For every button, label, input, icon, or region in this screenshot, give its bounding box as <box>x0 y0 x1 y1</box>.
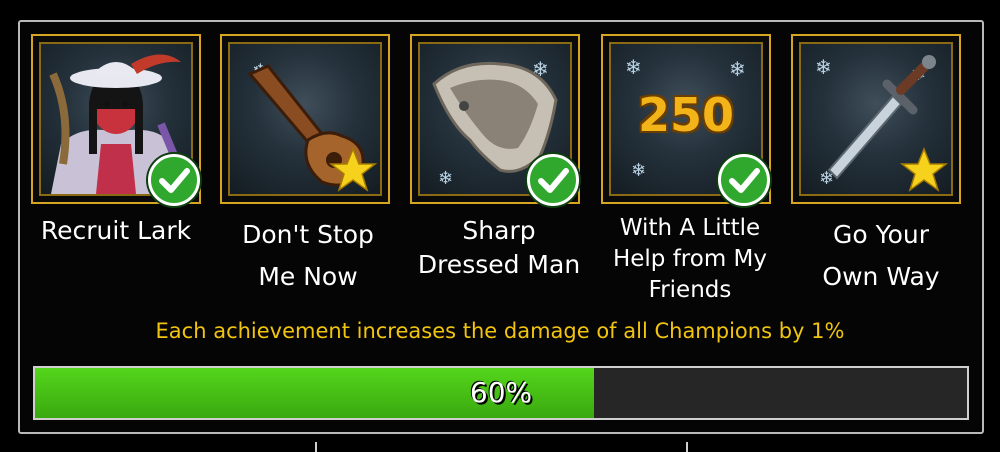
completed-check-icon <box>148 154 200 206</box>
completed-check-icon <box>718 154 770 206</box>
completed-check-icon <box>527 154 579 206</box>
achievement-progress-bar: 60% <box>33 366 969 420</box>
badge-number: 250 <box>637 88 735 142</box>
svg-text:❄: ❄ <box>815 55 832 79</box>
star-icon <box>329 146 377 192</box>
achievement-tile-recruit-lark[interactable] <box>31 34 201 206</box>
achievement-label-sharp-dressed-man: Sharp Dressed Man <box>417 216 581 279</box>
achievement-tile-with-a-little-help[interactable]: ❄ ❄ ❄ 250 <box>601 34 771 206</box>
progress-percent-label: 60% <box>469 376 533 409</box>
svg-text:❄: ❄ <box>729 57 746 81</box>
achievement-tile-go-your-own-way[interactable]: ❄ ❄ ❄ <box>791 34 961 204</box>
achievement-label-with-a-little-help: With A Little Help from My Friends <box>612 215 768 303</box>
achievement-label-go-your-own-way: Go Your Own Way <box>822 220 940 291</box>
svg-text:❄: ❄ <box>625 55 642 79</box>
svg-text:❄: ❄ <box>631 160 646 181</box>
achievement-tile-sharp-dressed-man[interactable]: ❄ ❄ <box>410 34 580 206</box>
star-icon <box>900 146 948 192</box>
divider-tick <box>686 442 688 452</box>
svg-text:❄: ❄ <box>438 168 453 189</box>
achievement-tile-dont-stop-me-now[interactable]: ❄ ❄ <box>220 34 390 204</box>
achievement-label-recruit-lark: Recruit Lark <box>40 216 192 245</box>
divider-tick <box>315 442 317 452</box>
achievement-label-dont-stop-me-now: Don't Stop Me Now <box>242 220 374 291</box>
achievement-info-text: Each achievement increases the damage of… <box>155 319 845 343</box>
